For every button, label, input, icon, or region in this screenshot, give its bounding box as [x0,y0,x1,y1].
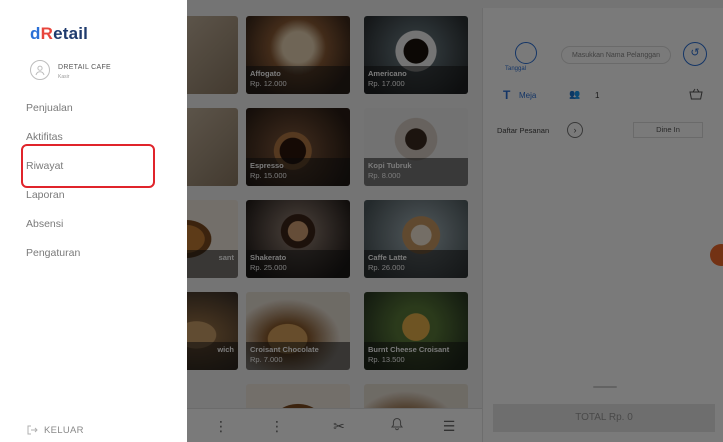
guest-avatar-icon[interactable] [515,42,537,64]
product-caption: Croisant Chocolate Rp. 7.000 [246,342,350,370]
table-label[interactable]: Meja [519,91,536,100]
navigation-drawer: dRetail DRETAIL CAFE Kasir Penjualan Akt… [0,0,187,442]
user-profile[interactable]: DRETAIL CAFE Kasir [30,60,180,88]
product-caption: Affogato Rp. 12.000 [246,66,350,94]
product-name: Caffe Latte [368,253,407,262]
filter-icon[interactable]: ⋮ [266,415,288,437]
total-button[interactable]: TOTAL Rp. 0 [493,404,715,432]
logout-icon [26,424,38,436]
pax-count[interactable]: 1 [595,91,599,100]
product-caption: Shakerato Rp. 25.000 [246,250,350,278]
user-role: Kasir [58,74,70,80]
product-tile[interactable]: Americano Rp. 17.000 [364,16,468,94]
bell-icon[interactable] [386,415,408,437]
logo-d: d [30,24,41,43]
product-tile[interactable]: Affogato Rp. 12.000 [246,16,350,94]
product-caption: Espresso Rp. 15.000 [246,158,350,186]
order-list-row: Daftar Pesanan › Dine In [483,118,723,142]
product-price: Rp. 26.000 [368,263,405,272]
product-name: Burnt Cheese Croisant [368,345,450,354]
user-avatar-icon [30,60,50,80]
product-price: Rp. 15.000 [250,171,287,180]
product-price: Rp. 25.000 [250,263,287,272]
customer-name-input[interactable]: Masukkan Nama Pelanggan [561,46,671,64]
product-price: Rp. 8.000 [368,171,401,180]
app-root: sant wich Affogato Rp. 12.000 Espresso Rp.… [0,0,723,442]
highlight-box [21,144,155,188]
menu-item-penjualan[interactable]: Penjualan [0,94,187,123]
product-photo [246,384,350,408]
app-logo: dRetail [30,24,88,44]
product-price: Rp. 13.500 [368,355,405,364]
grid-icon[interactable]: ⋮ [210,415,232,437]
product-name: Affogato [250,69,281,78]
basket-icon[interactable] [689,88,703,103]
dine-in-button[interactable]: Dine In [633,122,703,138]
order-panel: Tanggal Masukkan Nama Pelanggan ↺ T Meja… [482,8,723,442]
customer-row: Tanggal Masukkan Nama Pelanggan ↺ [483,36,723,76]
product-tile[interactable]: Espresso Rp. 15.000 [246,108,350,186]
product-caption: Burnt Cheese Croisant Rp. 13.500 [364,342,468,370]
logo-rest: etail [53,24,89,43]
user-name: DRETAIL CAFE [58,64,111,71]
voucher-icon[interactable]: ✂ [328,415,350,437]
list-icon[interactable]: ☰ [438,415,460,437]
chevron-right-icon[interactable]: › [567,122,583,138]
product-price: Rp. 7.000 [250,355,283,364]
product-price: Rp. 17.000 [368,79,405,88]
table-row: T Meja 👥 1 [483,84,723,108]
product-name: Croisant Chocolate [250,345,319,354]
product-caption: Caffe Latte Rp. 26.000 [364,250,468,278]
product-tile[interactable] [246,384,350,408]
product-name: Espresso [250,161,284,170]
product-price: Rp. 12.000 [250,79,287,88]
table-icon[interactable]: T [503,88,510,102]
product-tile[interactable]: Kopi Tubruk Rp. 8.000 [364,108,468,186]
logout-label: KELUAR [44,425,84,436]
product-caption: Americano Rp. 17.000 [364,66,468,94]
menu-item-pengaturan[interactable]: Pengaturan [0,239,187,268]
product-tile[interactable]: Shakerato Rp. 25.000 [246,200,350,278]
guest-label: Tanggal [505,66,527,72]
product-tile[interactable] [364,384,468,408]
product-tile[interactable]: Caffe Latte Rp. 26.000 [364,200,468,278]
order-list-label: Daftar Pesanan [497,126,550,135]
logo-r: R [40,24,54,43]
product-photo [364,384,468,408]
menu-item-absensi[interactable]: Absensi [0,210,187,239]
product-name: Americano [368,69,407,78]
people-icon: 👥 [569,89,581,99]
customer-history-icon[interactable]: ↺ [683,42,707,66]
product-tile[interactable]: Burnt Cheese Croisant Rp. 13.500 [364,292,468,370]
drag-handle[interactable] [593,386,617,388]
product-name: Shakerato [250,253,287,262]
product-tile[interactable]: Croisant Chocolate Rp. 7.000 [246,292,350,370]
product-name: Kopi Tubruk [368,161,412,170]
product-caption: Kopi Tubruk Rp. 8.000 [364,158,468,186]
